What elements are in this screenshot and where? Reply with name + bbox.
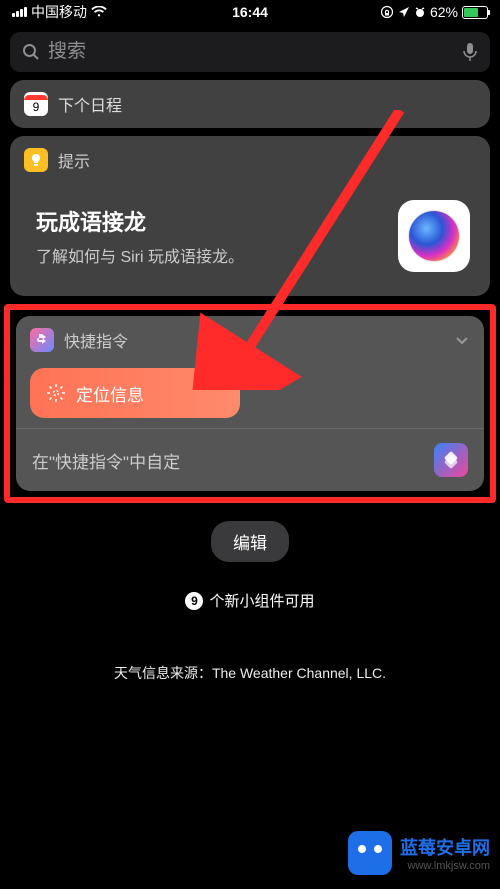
signal-icon bbox=[12, 7, 27, 17]
orientation-lock-icon bbox=[380, 5, 394, 19]
status-left: 中国移动 bbox=[12, 2, 107, 22]
mic-icon[interactable] bbox=[462, 42, 478, 62]
count-badge: 9 bbox=[185, 592, 203, 610]
search-bar[interactable] bbox=[10, 32, 490, 72]
weather-source: 天气信息来源：The Weather Channel, LLC. bbox=[0, 663, 500, 683]
location-arrow-icon bbox=[398, 6, 410, 18]
status-bar: 中国移动 16:44 62% bbox=[0, 0, 500, 24]
calendar-widget-title: 下个日程 bbox=[58, 92, 122, 116]
widgets-available-text: 个新小组件可用 bbox=[209, 590, 314, 611]
widgets-available[interactable]: 9 个新小组件可用 bbox=[0, 590, 500, 611]
location-shortcut-chip[interactable]: 定位信息 bbox=[30, 368, 240, 418]
customize-label: 在"快捷指令"中自定 bbox=[32, 448, 180, 473]
customize-row[interactable]: 在"快捷指令"中自定 bbox=[16, 429, 484, 491]
search-icon bbox=[22, 43, 40, 61]
location-chip-label: 定位信息 bbox=[76, 381, 144, 406]
watermark-url: www.lmkjsw.com bbox=[400, 860, 490, 872]
tips-widget-label: 提示 bbox=[58, 148, 90, 172]
shortcuts-icon bbox=[30, 328, 54, 352]
shortcuts-widget[interactable]: 快捷指令 定位信息 在"快捷指令"中自定 bbox=[16, 316, 484, 491]
battery-icon bbox=[462, 6, 488, 19]
shortcuts-app-icon bbox=[434, 443, 468, 477]
shortcuts-widget-label: 快捷指令 bbox=[64, 328, 128, 352]
tips-icon bbox=[24, 148, 48, 172]
chevron-down-icon[interactable] bbox=[454, 332, 470, 348]
status-right: 62% bbox=[380, 4, 488, 20]
watermark: 蓝莓安卓网 www.lmkjsw.com bbox=[348, 831, 490, 875]
tips-title: 玩成语接龙 bbox=[36, 205, 244, 237]
burst-icon bbox=[46, 383, 66, 403]
battery-pct: 62% bbox=[430, 4, 458, 20]
calendar-widget[interactable]: 9 下个日程 bbox=[10, 80, 490, 128]
wifi-icon bbox=[91, 6, 107, 18]
tips-widget[interactable]: 提示 玩成语接龙 了解如何与 Siri 玩成语接龙。 bbox=[10, 136, 490, 296]
alarm-icon bbox=[414, 6, 426, 18]
siri-icon bbox=[398, 200, 470, 272]
status-time: 16:44 bbox=[232, 4, 268, 20]
annotation-highlight: 快捷指令 定位信息 在"快捷指令"中自定 bbox=[4, 304, 496, 503]
search-input[interactable] bbox=[48, 41, 454, 63]
watermark-robot-icon bbox=[348, 831, 392, 875]
tips-subtitle: 了解如何与 Siri 玩成语接龙。 bbox=[36, 243, 244, 267]
carrier: 中国移动 bbox=[31, 2, 87, 22]
edit-button[interactable]: 编辑 bbox=[211, 521, 289, 562]
calendar-icon: 9 bbox=[24, 92, 48, 116]
watermark-title: 蓝莓安卓网 bbox=[400, 834, 490, 860]
